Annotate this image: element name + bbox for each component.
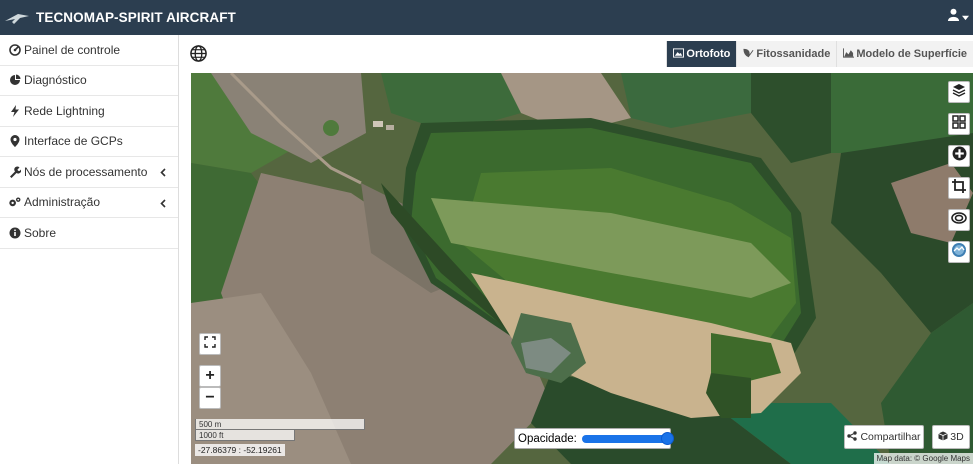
sidebar-item-processing-nodes[interactable]: Nós de processamento bbox=[0, 157, 178, 188]
coordinates-readout: -27.86379 : -52.19261 bbox=[195, 444, 285, 456]
grid-button[interactable] bbox=[948, 113, 970, 135]
chevron-left-icon bbox=[160, 197, 166, 211]
tab-ortofoto[interactable]: Ortofoto bbox=[666, 41, 737, 67]
sidebar-item-label: Interface de GCPs bbox=[24, 134, 123, 149]
sidebar-item-label: Nós de processamento bbox=[24, 164, 148, 179]
globe-icon[interactable] bbox=[190, 45, 207, 67]
sidebar-item-label: Rede Lightning bbox=[24, 103, 105, 118]
add-button[interactable] bbox=[948, 145, 970, 167]
map-attribution: Map data: © Google Maps bbox=[873, 453, 973, 464]
share-icon bbox=[847, 430, 858, 444]
plus-circle-icon bbox=[952, 146, 967, 166]
view-3d-label: 3D bbox=[950, 431, 964, 443]
zoom-out-button[interactable]: − bbox=[199, 387, 221, 409]
sidebar-item-gcp[interactable]: Interface de GCPs bbox=[0, 127, 178, 157]
sidebar-item-about[interactable]: Sobre bbox=[0, 218, 178, 249]
sidebar-item-label: Sobre bbox=[24, 225, 57, 240]
opacity-control: Opacidade: bbox=[514, 428, 674, 449]
cesium-button[interactable] bbox=[948, 241, 970, 263]
top-navbar: TECNOMAP-SPIRIT AIRCRAFT bbox=[0, 0, 973, 35]
chevron-left-icon bbox=[160, 166, 166, 180]
sidebar-item-lightning[interactable]: Rede Lightning bbox=[0, 96, 178, 127]
layers-icon bbox=[952, 83, 966, 102]
image-icon bbox=[673, 47, 686, 61]
user-menu-button[interactable] bbox=[947, 8, 969, 24]
tab-fitossanidade[interactable]: Fitossanidade bbox=[736, 41, 837, 67]
plant-icon bbox=[743, 48, 756, 61]
sidebar: Painel de controle Diagnóstico Rede Ligh… bbox=[0, 35, 179, 464]
grid-icon bbox=[952, 114, 966, 134]
sidebar-item-label: Painel de controle bbox=[24, 42, 121, 57]
zoom-in-button[interactable]: + bbox=[199, 365, 221, 387]
opacity-slider[interactable] bbox=[581, 431, 674, 445]
fullscreen-button[interactable] bbox=[199, 333, 221, 355]
bolt-icon bbox=[8, 104, 21, 117]
crop-button[interactable] bbox=[948, 177, 970, 199]
sidebar-item-dashboard[interactable]: Painel de controle bbox=[0, 35, 178, 66]
map-marker-icon bbox=[8, 135, 21, 148]
caret-down-icon bbox=[962, 9, 969, 24]
scale-feet: 1000 ft bbox=[195, 430, 295, 441]
dashboard-icon bbox=[8, 43, 21, 56]
user-icon bbox=[947, 8, 960, 24]
sidebar-item-label: Diagnóstico bbox=[24, 73, 87, 88]
layers-button[interactable] bbox=[948, 81, 970, 103]
share-button[interactable]: Compartilhar bbox=[844, 425, 924, 449]
opacity-label: Opacidade: bbox=[518, 432, 577, 445]
visibility-button[interactable] bbox=[948, 209, 970, 231]
sidebar-item-diagnostics[interactable]: Diagnóstico bbox=[0, 66, 178, 96]
map-panel: Ortofoto Fitossanidade Modelo de Superfí… bbox=[180, 35, 973, 464]
pie-chart-icon bbox=[8, 74, 21, 86]
wrench-icon bbox=[8, 166, 21, 178]
info-icon bbox=[8, 227, 21, 239]
tab-modelo-superficie[interactable]: Modelo de Superfície bbox=[836, 41, 973, 67]
view-3d-button[interactable]: 3D bbox=[932, 425, 970, 449]
tab-label: Fitossanidade bbox=[756, 48, 831, 60]
opacity-slider-thumb[interactable] bbox=[661, 431, 674, 445]
scale-meters: 500 m bbox=[195, 419, 365, 430]
cesium-icon bbox=[951, 242, 967, 263]
cube-icon bbox=[938, 431, 948, 444]
satellite-imagery bbox=[191, 73, 973, 464]
gears-icon bbox=[8, 196, 21, 208]
share-label: Compartilhar bbox=[860, 431, 921, 443]
crop-icon bbox=[952, 178, 966, 198]
map-view[interactable]: + − 500 m 1000 ft -27.86379 : -52.19261 … bbox=[191, 73, 973, 464]
sidebar-item-administration[interactable]: Administração bbox=[0, 188, 178, 218]
eye-icon bbox=[951, 211, 967, 230]
tab-label: Modelo de Superfície bbox=[856, 48, 967, 60]
layer-tabs: Ortofoto Fitossanidade Modelo de Superfí… bbox=[666, 41, 973, 67]
sidebar-item-label: Administração bbox=[24, 195, 101, 210]
app-title[interactable]: TECNOMAP-SPIRIT AIRCRAFT bbox=[36, 10, 236, 25]
fullscreen-icon bbox=[204, 335, 216, 353]
area-chart-icon bbox=[843, 47, 856, 61]
spirit-logo[interactable] bbox=[4, 9, 30, 27]
map-toolbar: Ortofoto Fitossanidade Modelo de Superfí… bbox=[180, 35, 973, 73]
tab-label: Ortofoto bbox=[686, 48, 731, 60]
